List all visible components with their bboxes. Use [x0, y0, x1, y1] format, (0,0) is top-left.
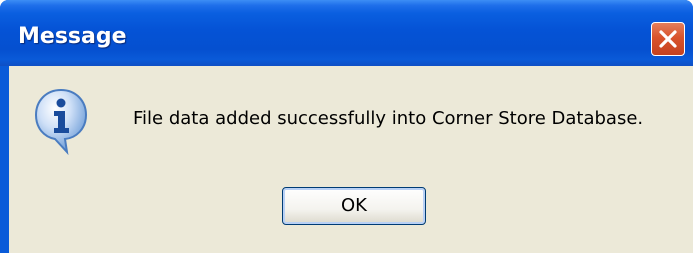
close-icon	[659, 30, 677, 48]
info-icon	[33, 86, 89, 158]
dialog-body: File data added successfully into Corner…	[9, 66, 693, 253]
ok-button[interactable]: OK	[282, 187, 426, 225]
close-button[interactable]	[651, 22, 685, 56]
message-text: File data added successfully into Corner…	[133, 108, 644, 129]
dialog-title: Message	[18, 24, 127, 49]
ok-button-label: OK	[341, 195, 367, 216]
message-dialog: Message File data added successfully int…	[0, 0, 693, 253]
title-bar[interactable]: Message	[0, 0, 693, 66]
